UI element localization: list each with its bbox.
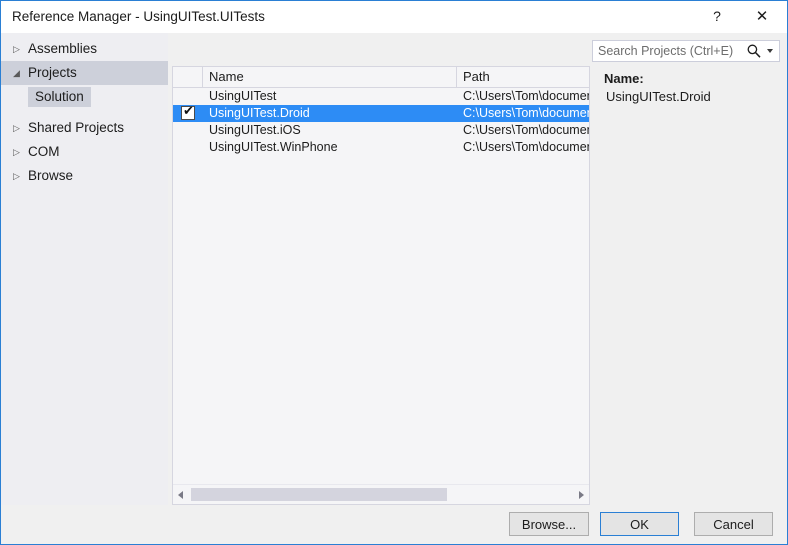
column-header-path[interactable]: Path bbox=[457, 67, 589, 87]
title-bar: Reference Manager - UsingUITest.UITests … bbox=[1, 1, 787, 33]
triangle-right-icon bbox=[579, 491, 584, 499]
check-icon: ✔ bbox=[183, 105, 194, 118]
detail-name-value: UsingUITest.Droid bbox=[606, 89, 711, 104]
row-path: C:\Users\Tom\document bbox=[463, 123, 589, 137]
search-input[interactable] bbox=[598, 41, 743, 61]
dialog-content: ▷ Assemblies ◢ Projects Solution ▷ Share… bbox=[1, 33, 787, 544]
chevron-down-icon[interactable] bbox=[767, 49, 773, 53]
sidebar-item-com[interactable]: ▷ COM bbox=[1, 140, 168, 164]
sidebar-item-label: Projects bbox=[28, 65, 77, 80]
column-header-name[interactable]: Name bbox=[203, 67, 457, 87]
row-path: C:\Users\Tom\document bbox=[463, 140, 589, 154]
row-name: UsingUITest.WinPhone bbox=[209, 140, 338, 154]
table-row[interactable]: ✔ UsingUITest.Droid C:\Users\Tom\documen… bbox=[173, 105, 589, 122]
sidebar-item-browse[interactable]: ▷ Browse bbox=[1, 164, 168, 188]
table-row[interactable]: ✔ UsingUITest C:\Users\Tom\document bbox=[173, 88, 589, 105]
close-icon: ✕ bbox=[755, 8, 769, 25]
chevron-right-icon: ▷ bbox=[13, 147, 20, 157]
cancel-button[interactable]: Cancel bbox=[694, 512, 773, 536]
sidebar-item-projects[interactable]: ◢ Projects bbox=[1, 61, 168, 85]
sidebar-item-label: Assemblies bbox=[28, 41, 98, 56]
row-name: UsingUITest bbox=[209, 89, 277, 103]
sidebar-item-label: Shared Projects bbox=[28, 120, 125, 135]
triangle-left-icon bbox=[178, 491, 183, 499]
search-box[interactable] bbox=[592, 40, 780, 62]
row-name: UsingUITest.Droid bbox=[209, 106, 310, 120]
scroll-right-arrow-icon[interactable] bbox=[572, 485, 589, 504]
chevron-right-icon: ▷ bbox=[13, 171, 20, 181]
list-header-row: Name Path bbox=[173, 67, 589, 88]
question-mark-icon: ? bbox=[713, 8, 721, 24]
search-icon bbox=[747, 44, 761, 58]
chevron-right-icon: ▷ bbox=[13, 123, 20, 133]
row-checkbox[interactable]: ✔ bbox=[181, 123, 195, 137]
row-path: C:\Users\Tom\document bbox=[463, 89, 589, 103]
help-button[interactable]: ? bbox=[695, 1, 739, 32]
ok-button[interactable]: OK bbox=[600, 512, 679, 536]
sidebar-item-assemblies[interactable]: ▷ Assemblies bbox=[1, 37, 168, 61]
projects-list: Name Path ✔ UsingUITest C:\Users\Tom\doc… bbox=[172, 66, 590, 505]
table-row[interactable]: ✔ UsingUITest.iOS C:\Users\Tom\document bbox=[173, 122, 589, 139]
table-row[interactable]: ✔ UsingUITest.WinPhone C:\Users\Tom\docu… bbox=[173, 139, 589, 156]
horizontal-scrollbar[interactable] bbox=[173, 484, 589, 504]
dialog-footer: Browse... OK Cancel bbox=[1, 505, 787, 544]
browse-button[interactable]: Browse... bbox=[509, 512, 589, 536]
sidebar-item-label: Browse bbox=[28, 168, 74, 183]
list-body: ✔ UsingUITest C:\Users\Tom\document ✔ Us… bbox=[173, 88, 589, 484]
row-checkbox[interactable]: ✔ bbox=[181, 105, 195, 120]
row-checkbox[interactable]: ✔ bbox=[181, 89, 195, 103]
sidebar-item-shared-projects[interactable]: ▷ Shared Projects bbox=[1, 116, 168, 140]
window-title: Reference Manager - UsingUITest.UITests bbox=[12, 9, 265, 24]
close-button[interactable]: ✕ bbox=[740, 1, 784, 32]
chevron-right-icon: ▷ bbox=[13, 44, 20, 54]
column-header-check[interactable] bbox=[173, 67, 203, 87]
scrollbar-thumb[interactable] bbox=[191, 488, 447, 501]
scroll-left-arrow-icon[interactable] bbox=[173, 485, 190, 504]
detail-name-label: Name: bbox=[604, 71, 644, 86]
detail-pane: Name: UsingUITest.Droid bbox=[595, 66, 780, 505]
sidebar-item-solution[interactable]: Solution bbox=[1, 85, 168, 109]
row-name: UsingUITest.iOS bbox=[209, 123, 301, 137]
category-sidebar: ▷ Assemblies ◢ Projects Solution ▷ Share… bbox=[1, 33, 168, 505]
sidebar-subitem-label: Solution bbox=[28, 87, 91, 107]
sidebar-item-label: COM bbox=[28, 144, 60, 159]
chevron-down-icon: ◢ bbox=[13, 68, 20, 78]
reference-manager-dialog: Reference Manager - UsingUITest.UITests … bbox=[0, 0, 788, 545]
row-checkbox[interactable]: ✔ bbox=[181, 140, 195, 154]
row-path: C:\Users\Tom\document bbox=[463, 106, 589, 120]
